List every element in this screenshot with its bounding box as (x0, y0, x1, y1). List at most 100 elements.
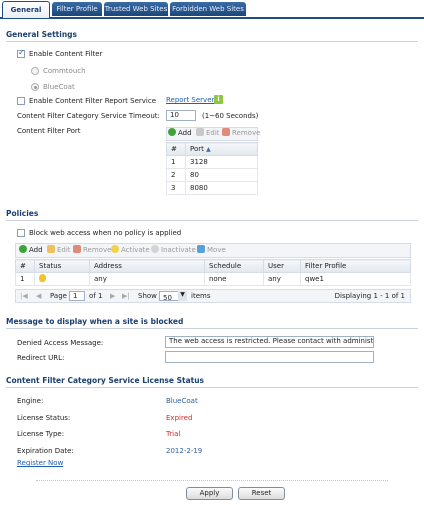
cell-index: 1 (15, 272, 35, 286)
block-access-label: Block web access when no policy is appli… (29, 229, 182, 237)
license-status-label: License Status: (17, 414, 71, 422)
cell-user: any (263, 272, 301, 286)
tab-bar: General Filter Profile Trusted Web Sites… (0, 0, 424, 19)
cell-port: 8080 (185, 181, 258, 195)
port-col-index: # (166, 142, 186, 156)
page-total-label: of 1 (89, 292, 103, 300)
port-col-port-label: Port (190, 145, 204, 153)
enable-report-service-label: Enable Content Filter Report Service (29, 97, 156, 105)
first-page-icon[interactable]: |◀ (20, 292, 28, 300)
policy-inactivate-button[interactable]: Inactivate (151, 245, 196, 256)
policy-col-index: # (15, 259, 35, 273)
timeout-hint: (1~60 Seconds) (202, 112, 259, 120)
engine-value: BlueCoat (166, 397, 198, 405)
apply-button[interactable]: Apply (186, 487, 233, 500)
enable-report-service-checkbox[interactable] (17, 97, 25, 105)
policy-edit-button[interactable]: Edit (47, 245, 71, 256)
trash-icon (73, 245, 81, 253)
cell-schedule: none (204, 272, 264, 286)
report-server-link[interactable]: Report Server (166, 96, 214, 104)
policy-col-user: User (263, 259, 301, 273)
table-row[interactable]: 2 80 (166, 168, 258, 182)
next-page-icon[interactable]: ▶ (110, 292, 115, 300)
cell-filter-profile: qwe1 (300, 272, 411, 286)
port-add-button[interactable]: Add (168, 128, 192, 139)
table-row[interactable]: 1 any none any qwe1 (15, 272, 411, 286)
cell-index: 3 (166, 181, 186, 195)
policy-col-filter-profile: Filter Profile (300, 259, 411, 273)
add-icon (168, 128, 176, 136)
add-icon (19, 245, 27, 253)
policy-add-button[interactable]: Add (19, 245, 43, 256)
policy-col-schedule: Schedule (204, 259, 264, 273)
license-status-value: Expired (166, 414, 193, 422)
sort-asc-icon: ▲ (206, 146, 211, 153)
cell-status (34, 272, 90, 286)
chevron-down-icon[interactable]: ▼ (178, 291, 187, 301)
policy-move-button[interactable]: Move (197, 245, 226, 256)
policies-title: Policies (6, 209, 418, 221)
displaying-label: Displaying 1 - 1 of 1 (334, 292, 405, 300)
register-now-link[interactable]: Register Now (17, 459, 63, 467)
cell-address: any (89, 272, 205, 286)
page-number-input[interactable]: 1 (69, 291, 85, 301)
show-label: Show (138, 292, 157, 300)
policy-col-address: Address (89, 259, 205, 273)
last-page-icon[interactable]: ▶| (122, 292, 130, 300)
expiration-value: 2012-2-19 (166, 447, 203, 455)
cell-port: 80 (185, 168, 258, 182)
enable-content-filter-label: Enable Content Filter (29, 50, 103, 58)
policy-col-status: Status (34, 259, 90, 273)
timeout-input[interactable]: 10 (166, 110, 196, 121)
denied-message-input[interactable]: The web access is restricted. Please con… (165, 336, 374, 348)
license-type-value: Trial (166, 430, 181, 438)
page-label: Page (50, 292, 67, 300)
tab-filter-profile[interactable]: Filter Profile (52, 2, 102, 16)
page-size-value: 50 (163, 294, 172, 301)
trash-icon (222, 128, 230, 136)
commtouch-radio[interactable] (31, 67, 39, 75)
cell-port: 3128 (185, 155, 258, 169)
block-access-checkbox[interactable] (17, 229, 25, 237)
port-table: # Port ▲ 1 3128 2 80 3 8080 (166, 142, 258, 195)
port-edit-button[interactable]: Edit (196, 128, 220, 139)
cell-index: 1 (166, 155, 186, 169)
edit-icon (196, 128, 204, 136)
expiration-label: Expiration Date: (17, 447, 74, 455)
denied-message-label: Denied Access Message: (17, 339, 104, 347)
bluecoat-radio[interactable] (31, 83, 39, 91)
move-icon (197, 245, 205, 253)
license-title: Content Filter Category Service License … (6, 376, 418, 388)
bluecoat-label: BlueCoat (43, 83, 75, 91)
enable-content-filter-checkbox[interactable] (17, 48, 25, 58)
footer-divider (36, 480, 388, 481)
table-row[interactable]: 1 3128 (166, 155, 258, 169)
tab-trusted-web-sites[interactable]: Trusted Web Sites (104, 2, 168, 16)
policy-inactivate-label: Inactivate (161, 246, 196, 254)
policy-activate-button[interactable]: Activate (111, 245, 150, 256)
policy-remove-button[interactable]: Remove (73, 245, 111, 256)
tab-general[interactable]: General (2, 1, 50, 18)
info-icon[interactable]: i (214, 95, 223, 104)
port-remove-button[interactable]: Remove (222, 128, 260, 139)
tab-forbidden-web-sites[interactable]: Forbidden Web Sites (170, 2, 246, 16)
redirect-url-label: Redirect URL: (17, 354, 65, 362)
lightbulb-off-icon (151, 245, 159, 253)
port-col-port[interactable]: Port ▲ (185, 142, 258, 156)
policy-edit-label: Edit (57, 246, 71, 254)
prev-page-icon[interactable]: ◀ (36, 292, 41, 300)
cell-index: 2 (166, 168, 186, 182)
lightbulb-on-icon (39, 274, 46, 282)
port-label: Content Filter Port (17, 127, 81, 135)
table-row[interactable]: 3 8080 (166, 181, 258, 195)
port-add-label: Add (178, 129, 192, 137)
lightbulb-icon (111, 245, 119, 253)
reset-button[interactable]: Reset (238, 487, 285, 500)
license-type-label: License Type: (17, 430, 65, 438)
policy-activate-label: Activate (121, 246, 150, 254)
policy-move-label: Move (207, 246, 226, 254)
port-remove-label: Remove (232, 129, 261, 137)
message-title: Message to display when a site is blocke… (6, 317, 418, 329)
engine-label: Engine: (17, 397, 44, 405)
redirect-url-input[interactable] (165, 351, 374, 363)
